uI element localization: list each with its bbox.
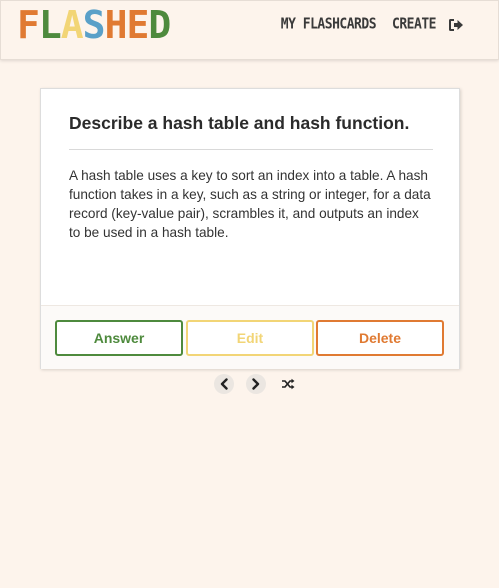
flashcard: Describe a hash table and hash function.…	[40, 88, 460, 369]
card-navigation	[214, 374, 304, 394]
logo-letter: E	[126, 3, 149, 47]
nav-create[interactable]: CREATE	[392, 16, 436, 33]
next-card-button[interactable]	[246, 374, 266, 394]
card-answer-text: A hash table uses a key to sort an index…	[69, 168, 431, 240]
logo-letter: A	[60, 3, 84, 47]
logo-letter: H	[104, 3, 128, 47]
brand-logo[interactable]: F L A S H E D	[17, 3, 171, 47]
card-actions: Answer Edit Delete	[41, 305, 459, 369]
edit-button[interactable]: Edit	[186, 320, 314, 356]
answer-button[interactable]: Answer	[55, 320, 183, 356]
chevron-left-icon	[220, 378, 228, 390]
top-navbar: F L A S H E D MY FLASHCARDS CREATE	[0, 0, 499, 60]
logo-letter: L	[38, 3, 62, 47]
logo-letter: S	[82, 3, 106, 47]
logo-letter: F	[17, 3, 40, 47]
chevron-right-icon	[252, 378, 260, 390]
nav-links: MY FLASHCARDS CREATE	[265, 16, 437, 33]
nav-my-flashcards[interactable]: MY FLASHCARDS	[281, 16, 377, 33]
logo-letter: D	[148, 3, 171, 47]
delete-button[interactable]: Delete	[316, 320, 444, 356]
card-divider	[69, 149, 433, 150]
previous-card-button[interactable]	[214, 374, 234, 394]
shuffle-icon	[282, 378, 295, 390]
sign-out-icon[interactable]	[448, 18, 464, 32]
card-question: Describe a hash table and hash function.	[69, 113, 410, 133]
shuffle-button[interactable]	[278, 374, 298, 394]
